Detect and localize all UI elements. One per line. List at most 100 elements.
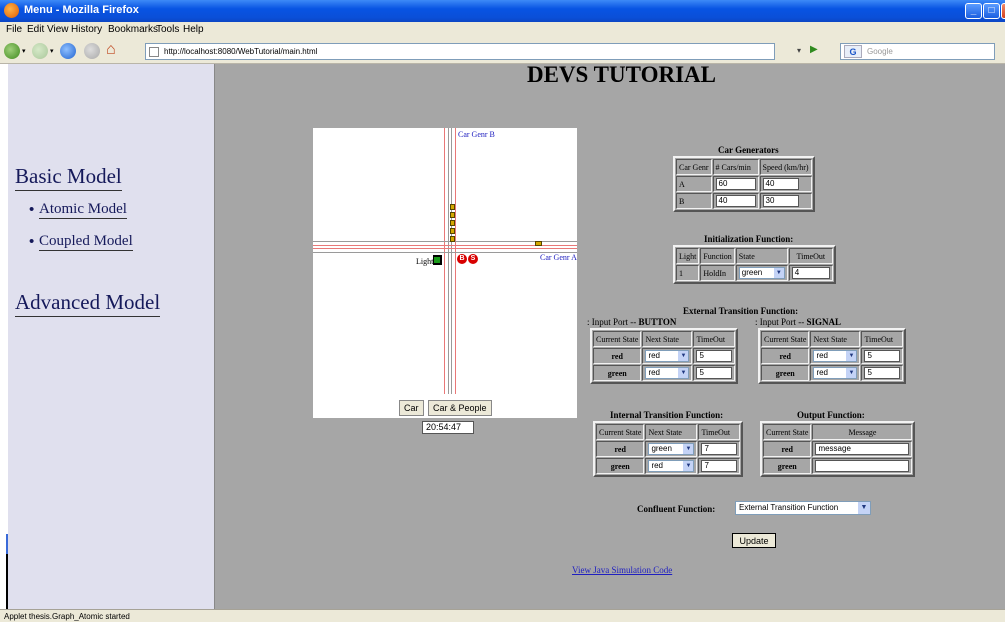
header-cell: TimeOut [861, 331, 904, 347]
header-cell: Speed (km/hr) [759, 159, 812, 175]
timeout-input[interactable]: 5 [696, 350, 733, 362]
car-and-people-button[interactable]: Car & People [428, 400, 492, 416]
timeout-input[interactable]: 7 [701, 460, 738, 472]
confluent-select[interactable]: External Transition Function ▼ [735, 501, 871, 515]
next-state-value: red [648, 351, 660, 360]
signal-port-heading: : Input Port -- SIGNAL [755, 317, 841, 327]
road-line [313, 252, 577, 253]
forward-dropdown-icon[interactable]: ▾ [50, 47, 54, 55]
forward-icon[interactable] [32, 43, 48, 59]
menu-tools[interactable]: Tools [156, 24, 179, 35]
output-function-table: Current State Message red message green [760, 421, 916, 477]
confluent-label: Confluent Function: [637, 504, 716, 514]
page-title: DEVS TUTORIAL [527, 62, 716, 87]
status-text: Applet thesis.Graph_Atomic started [4, 612, 130, 621]
chevron-down-icon: ▼ [678, 351, 689, 361]
search-box[interactable]: G Google [840, 43, 995, 60]
menu-edit[interactable]: Edit [27, 24, 44, 35]
table-header-row: Current State Next State TimeOut [596, 424, 741, 440]
nav-coupled-model[interactable]: Coupled Model [39, 233, 133, 251]
next-state-value: red [648, 368, 660, 377]
next-state-select[interactable]: green ▼ [648, 443, 695, 455]
current-state-cell: red [593, 348, 642, 364]
update-button[interactable]: Update [732, 533, 776, 548]
speed-input[interactable]: 40 [762, 178, 799, 190]
menu-file[interactable]: File [6, 24, 22, 35]
next-state-value: green [651, 444, 672, 453]
road-line [313, 248, 577, 249]
timeout-input[interactable]: 4 [791, 267, 830, 279]
table-header-row: Current State Next State TimeOut [593, 331, 736, 347]
search-engine-icon[interactable]: G [844, 45, 862, 58]
traffic-applet[interactable]: Car Genr B Car Genr A Light 1 B S Car Ca… [313, 128, 577, 418]
table-header-row: Current State Message [763, 424, 913, 440]
current-state-cell: red [596, 441, 645, 457]
table-row: green red ▼ 7 [596, 458, 741, 474]
stop-icon[interactable] [84, 43, 100, 59]
chevron-down-icon: ▼ [683, 461, 694, 471]
current-state-cell: green [593, 365, 642, 381]
table-row: red red ▼ 5 [761, 348, 904, 364]
window-title: Menu - Mozilla Firefox [24, 4, 139, 16]
message-input[interactable] [815, 460, 910, 472]
window-title-bar: Menu - Mozilla Firefox _ □ × [0, 0, 1005, 22]
header-cell: Light [676, 248, 700, 264]
car-icon [535, 241, 542, 246]
reload-icon[interactable] [60, 43, 76, 59]
car-genr-b-label: Car Genr B [458, 130, 495, 139]
bullet-atomic: • [29, 201, 35, 218]
timeout-input[interactable]: 5 [864, 350, 901, 362]
chevron-down-icon: ▼ [846, 351, 857, 361]
external-transition-heading: External Transition Function: [683, 306, 799, 316]
header-cell: # Cars/min [712, 159, 759, 175]
clock-field: 20:54:47 [422, 421, 474, 434]
next-state-select[interactable]: red ▼ [813, 350, 858, 362]
next-state-select[interactable]: red ▼ [645, 350, 690, 362]
cars-per-min-input[interactable]: 60 [715, 178, 756, 190]
road-line [448, 128, 449, 394]
back-icon[interactable] [4, 43, 20, 59]
init-function-heading: Initialization Function: [704, 234, 794, 244]
current-state-cell: red [761, 348, 810, 364]
state-select[interactable]: green ▼ [738, 267, 785, 279]
menu-view[interactable]: View [47, 24, 69, 35]
go-icon[interactable]: ▶ [810, 44, 818, 55]
menu-bookmarks[interactable]: Bookmarks [108, 24, 158, 35]
next-state-select[interactable]: red ▼ [813, 367, 858, 379]
message-input[interactable]: message [815, 443, 910, 455]
table-header-row: Current State Next State TimeOut [761, 331, 904, 347]
external-button-table: Current State Next State TimeOut red red… [590, 328, 739, 384]
header-cell: Function [700, 248, 735, 264]
view-code-link[interactable]: View Java Simulation Code [572, 565, 672, 575]
table-row: red message [763, 441, 913, 457]
table-row: green red ▼ 5 [593, 365, 736, 381]
timeout-input[interactable]: 7 [701, 443, 738, 455]
history-dropdown-icon[interactable]: ▾ [797, 46, 801, 55]
menu-history[interactable]: History [71, 24, 102, 35]
next-state-select[interactable]: red ▼ [648, 460, 695, 472]
car-button[interactable]: Car [399, 400, 424, 416]
minimize-button[interactable]: _ [965, 3, 982, 19]
table-row: red red ▼ 5 [593, 348, 736, 364]
nav-atomic-model[interactable]: Atomic Model [39, 201, 127, 219]
road-line [451, 128, 452, 394]
home-icon[interactable]: ⌂ [106, 41, 124, 59]
internal-transition-table: Current State Next State TimeOut red gre… [593, 421, 744, 477]
maximize-button[interactable]: □ [983, 3, 1000, 19]
timeout-input[interactable]: 5 [864, 367, 901, 379]
timeout-input[interactable]: 5 [696, 367, 733, 379]
internal-transition-heading: Internal Transition Function: [610, 410, 724, 420]
address-bar[interactable]: http://localhost:8080/WebTutorial/main.h… [145, 43, 775, 60]
speed-input[interactable]: 30 [762, 195, 799, 207]
next-state-value: red [651, 461, 663, 470]
nav-advanced-model[interactable]: Advanced Model [15, 290, 161, 317]
close-button[interactable]: × [1001, 3, 1005, 19]
cars-per-min-input[interactable]: 40 [715, 195, 756, 207]
current-state-cell: green [596, 458, 645, 474]
back-dropdown-icon[interactable]: ▾ [22, 47, 26, 55]
current-state-cell: green [763, 458, 812, 474]
next-state-select[interactable]: red ▼ [645, 367, 690, 379]
navigation-toolbar: ▾ ▾ ⌂ http://localhost:8080/WebTutorial/… [0, 38, 1005, 64]
nav-basic-model[interactable]: Basic Model [15, 164, 122, 191]
menu-help[interactable]: Help [183, 24, 204, 35]
